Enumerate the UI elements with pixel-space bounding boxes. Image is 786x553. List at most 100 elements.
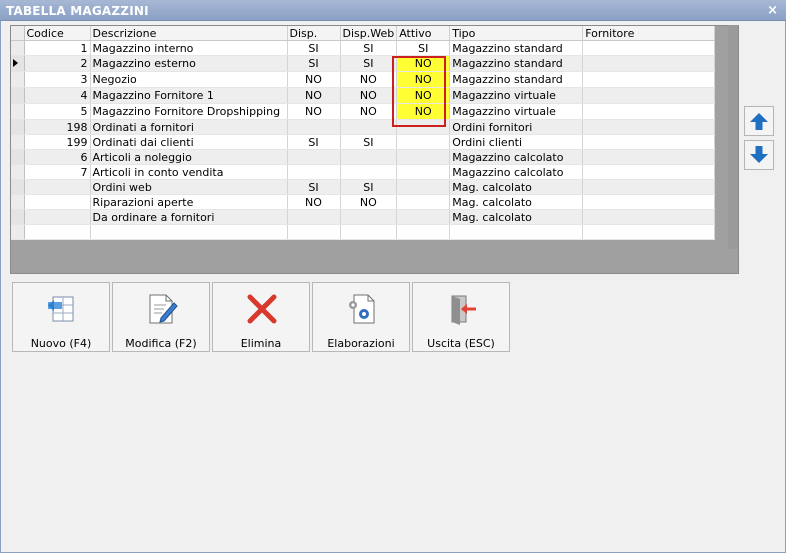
table-row[interactable]: 7 Articoli in conto vendita Magazzino calc… bbox=[11, 164, 716, 180]
cell-disp-web[interactable]: SI bbox=[340, 134, 398, 150]
nuovo-button[interactable]: Nuovo (F4) bbox=[12, 282, 110, 352]
cell-attivo[interactable] bbox=[396, 224, 451, 240]
row-indicator[interactable] bbox=[11, 179, 25, 195]
cell-fornitore[interactable] bbox=[582, 119, 716, 135]
cell-fornitore[interactable] bbox=[582, 179, 716, 195]
cell-codice[interactable]: 199 bbox=[24, 134, 91, 150]
cell-disp[interactable]: NO bbox=[287, 87, 341, 104]
cell-fornitore[interactable] bbox=[582, 164, 716, 180]
cell-codice[interactable]: 4 bbox=[24, 87, 91, 104]
cell-disp[interactable]: SI bbox=[287, 55, 341, 72]
cell-attivo[interactable] bbox=[396, 164, 451, 180]
cell-attivo[interactable] bbox=[396, 134, 451, 150]
cell-tipo[interactable]: Magazzino calcolato bbox=[449, 149, 584, 165]
cell-fornitore[interactable] bbox=[582, 209, 716, 225]
row-indicator[interactable] bbox=[11, 119, 25, 135]
cell-descrizione[interactable]: Articoli a noleggio bbox=[90, 149, 288, 165]
cell-tipo[interactable]: Magazzino virtuale bbox=[449, 103, 584, 120]
cell-tipo[interactable]: Magazzino standard bbox=[449, 71, 584, 88]
modifica-button[interactable]: Modifica (F2) bbox=[112, 282, 210, 352]
cell-fornitore[interactable] bbox=[582, 71, 716, 88]
row-indicator[interactable] bbox=[11, 40, 25, 56]
cell-disp-web[interactable] bbox=[340, 149, 398, 165]
cell-attivo[interactable] bbox=[396, 179, 451, 195]
table-row[interactable]: 198 Ordinati a fornitori Ordini fornitori bbox=[11, 119, 716, 135]
cell-disp[interactable]: SI bbox=[287, 40, 341, 56]
cell-codice[interactable] bbox=[24, 194, 91, 210]
table-row[interactable]: Riparazioni aperte NO NO Mag. calcolato bbox=[11, 194, 716, 210]
table-row[interactable] bbox=[11, 224, 716, 240]
row-indicator[interactable] bbox=[11, 164, 25, 180]
cell-tipo[interactable]: Magazzino virtuale bbox=[449, 87, 584, 104]
cell-disp[interactable]: NO bbox=[287, 103, 341, 120]
row-indicator[interactable] bbox=[11, 55, 25, 72]
cell-descrizione[interactable]: Magazzino Fornitore Dropshipping bbox=[90, 103, 288, 120]
cell-disp[interactable] bbox=[287, 149, 341, 165]
cell-codice[interactable]: 1 bbox=[24, 40, 91, 56]
cell-attivo[interactable]: SI bbox=[396, 40, 451, 56]
column-header-fornitore[interactable]: Fornitore bbox=[582, 26, 716, 41]
row-indicator[interactable] bbox=[11, 194, 25, 210]
column-header-codice[interactable]: Codice bbox=[24, 26, 91, 41]
column-header-descrizione[interactable]: Descrizione bbox=[90, 26, 288, 41]
cell-disp[interactable] bbox=[287, 119, 341, 135]
cell-disp-web[interactable]: SI bbox=[340, 179, 398, 195]
cell-attivo[interactable]: NO bbox=[396, 71, 451, 88]
cell-descrizione[interactable] bbox=[90, 224, 288, 240]
table-row[interactable]: 4 Magazzino Fornitore 1 NO NO NO Magazzino vi… bbox=[11, 87, 716, 104]
elaborazioni-button[interactable]: Elaborazioni bbox=[312, 282, 410, 352]
table-row[interactable]: 5 Magazzino Fornitore Dropshipping NO NO NO M… bbox=[11, 103, 716, 120]
cell-disp-web[interactable] bbox=[340, 164, 398, 180]
table-row[interactable]: 2 Magazzino esterno SI SI NO Magazzino standa… bbox=[11, 55, 716, 72]
cell-disp[interactable] bbox=[287, 209, 341, 225]
cell-disp-web[interactable]: NO bbox=[340, 71, 398, 88]
cell-fornitore[interactable] bbox=[582, 194, 716, 210]
cell-codice[interactable] bbox=[24, 224, 91, 240]
cell-attivo[interactable]: NO bbox=[396, 87, 451, 104]
table-row[interactable]: 199 Ordinati dai clienti SI SI Ordini client… bbox=[11, 134, 716, 150]
cell-descrizione[interactable]: Negozio bbox=[90, 71, 288, 88]
cell-codice[interactable]: 2 bbox=[24, 55, 91, 72]
cell-descrizione[interactable]: Ordini web bbox=[90, 179, 288, 195]
cell-attivo[interactable]: NO bbox=[396, 55, 451, 72]
cell-codice[interactable]: 7 bbox=[24, 164, 91, 180]
column-header-disp[interactable]: Disp. bbox=[287, 26, 341, 41]
cell-attivo[interactable]: NO bbox=[396, 103, 451, 120]
cell-tipo[interactable]: Magazzino calcolato bbox=[449, 164, 584, 180]
row-indicator[interactable] bbox=[11, 103, 25, 120]
elimina-button[interactable]: Elimina bbox=[212, 282, 310, 352]
cell-tipo[interactable]: Mag. calcolato bbox=[449, 179, 584, 195]
move-up-button[interactable] bbox=[744, 106, 774, 136]
cell-tipo[interactable]: Magazzino standard bbox=[449, 40, 584, 56]
cell-fornitore[interactable] bbox=[582, 149, 716, 165]
table-row[interactable]: Da ordinare a fornitori Mag. calcolato bbox=[11, 209, 716, 225]
cell-fornitore[interactable] bbox=[582, 134, 716, 150]
cell-attivo[interactable] bbox=[396, 119, 451, 135]
column-header-attivo[interactable]: Attivo bbox=[396, 26, 451, 41]
row-indicator[interactable] bbox=[11, 224, 25, 240]
cell-fornitore[interactable] bbox=[582, 103, 716, 120]
cell-tipo[interactable]: Magazzino standard bbox=[449, 55, 584, 72]
cell-disp[interactable]: NO bbox=[287, 71, 341, 88]
cell-tipo[interactable]: Mag. calcolato bbox=[449, 209, 584, 225]
cell-fornitore[interactable] bbox=[582, 224, 716, 240]
cell-descrizione[interactable]: Magazzino Fornitore 1 bbox=[90, 87, 288, 104]
cell-disp-web[interactable] bbox=[340, 209, 398, 225]
cell-disp-web[interactable]: NO bbox=[340, 87, 398, 104]
cell-disp[interactable]: SI bbox=[287, 134, 341, 150]
cell-codice[interactable]: 6 bbox=[24, 149, 91, 165]
cell-attivo[interactable] bbox=[396, 149, 451, 165]
column-header-tipo[interactable]: Tipo bbox=[449, 26, 584, 41]
grid-scrollbar[interactable] bbox=[728, 25, 738, 249]
cell-fornitore[interactable] bbox=[582, 87, 716, 104]
cell-descrizione[interactable]: Magazzino esterno bbox=[90, 55, 288, 72]
uscita-button[interactable]: Uscita (ESC) bbox=[412, 282, 510, 352]
cell-disp-web[interactable]: SI bbox=[340, 55, 398, 72]
cell-tipo[interactable]: Ordini fornitori bbox=[449, 119, 584, 135]
cell-codice[interactable]: 5 bbox=[24, 103, 91, 120]
cell-disp-web[interactable] bbox=[340, 224, 398, 240]
row-indicator[interactable] bbox=[11, 87, 25, 104]
move-down-button[interactable] bbox=[744, 140, 774, 170]
cell-descrizione[interactable]: Riparazioni aperte bbox=[90, 194, 288, 210]
cell-attivo[interactable] bbox=[396, 209, 451, 225]
